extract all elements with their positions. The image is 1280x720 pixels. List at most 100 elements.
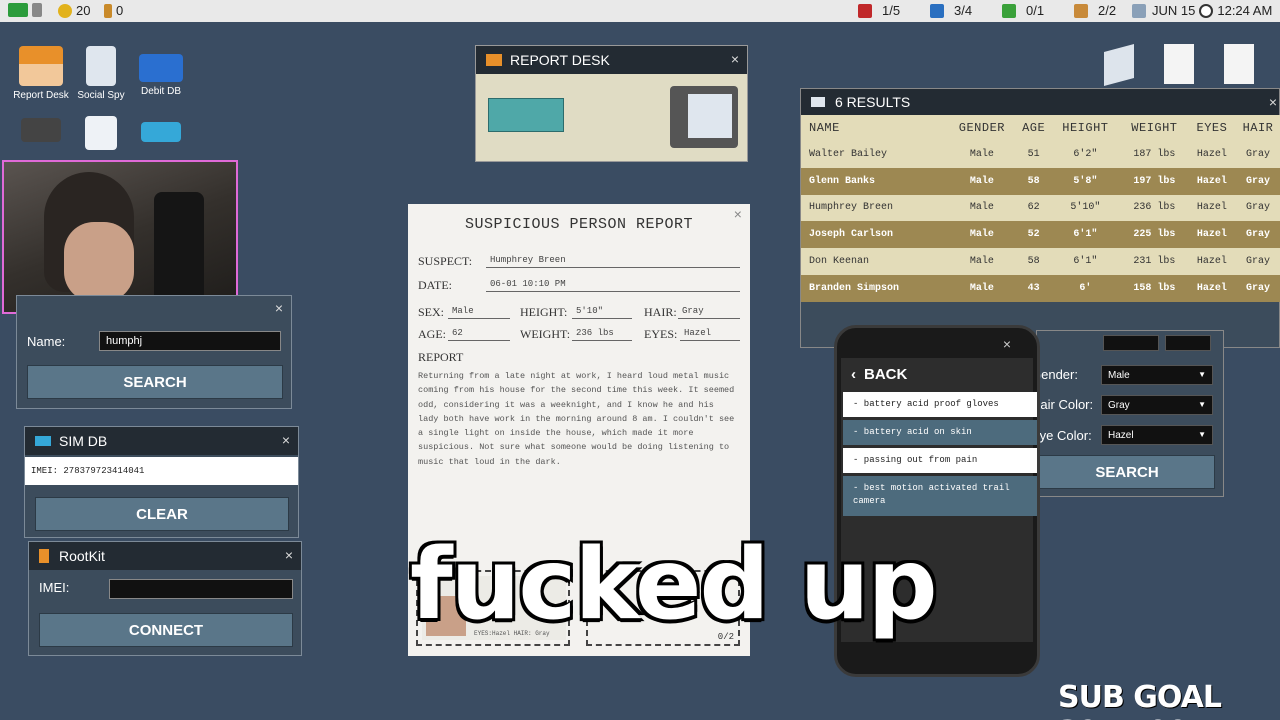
search-suggestion[interactable]: - best motion activated trail camera bbox=[843, 476, 1037, 516]
rootkit-titlebar[interactable]: RootKit bbox=[29, 542, 301, 570]
column-header-gender[interactable]: GENDER bbox=[947, 115, 1017, 141]
column-header-eyes[interactable]: EYES bbox=[1188, 115, 1235, 141]
table-row[interactable]: Joseph Carlson Male 52 6'1" 225 lbs Hazel Gray bbox=[801, 221, 1280, 249]
cell-hair: Gray bbox=[1234, 167, 1280, 195]
chevron-down-icon: ▼ bbox=[1198, 430, 1206, 439]
suspect-sketch-icon[interactable] bbox=[1164, 44, 1194, 84]
sim-db-titlebar[interactable]: SIM DB bbox=[25, 427, 298, 455]
eye-color-select[interactable]: Hazel ▼ bbox=[1101, 425, 1213, 445]
report-icon bbox=[858, 3, 872, 18]
cell-name: Glenn Banks bbox=[801, 167, 948, 195]
search-suggestion[interactable]: - battery acid proof gloves bbox=[843, 392, 1037, 417]
age-value: 62 bbox=[448, 327, 510, 341]
report-title: SUSPICIOUS PERSON REPORT bbox=[464, 216, 694, 233]
imei-label: IMEI: bbox=[39, 580, 70, 595]
column-header-height[interactable]: HEIGHT bbox=[1050, 115, 1120, 141]
filter-top-right[interactable] bbox=[1165, 335, 1211, 351]
cell-eyes: Hazel bbox=[1188, 248, 1235, 275]
cell-gender: Male bbox=[947, 221, 1017, 249]
suspect-value: Humphrey Breen bbox=[486, 254, 740, 268]
cell-height: 5'10" bbox=[1050, 194, 1120, 222]
desktop-icon-debit-db[interactable]: Debit DB bbox=[126, 46, 196, 97]
imei-input[interactable] bbox=[109, 579, 293, 599]
printer-tray-icon[interactable] bbox=[488, 98, 564, 132]
report-label: REPORT bbox=[418, 350, 464, 364]
column-header-hair[interactable]: HAIR bbox=[1234, 115, 1280, 141]
cell-name: Joseph Carlson bbox=[801, 221, 948, 249]
cell-age: 58 bbox=[1016, 167, 1051, 195]
hair-color-label: Hair Color: bbox=[1031, 397, 1094, 412]
cell-weight: 225 lbs bbox=[1119, 221, 1189, 249]
clear-button[interactable]: CLEAR bbox=[35, 497, 289, 531]
close-icon[interactable]: × bbox=[731, 51, 739, 67]
cell-height: 6'1" bbox=[1050, 221, 1120, 249]
filter-search-button[interactable]: SEARCH bbox=[1039, 455, 1215, 489]
key-icon bbox=[104, 3, 112, 18]
fax-machine-icon[interactable] bbox=[670, 86, 738, 148]
close-icon[interactable]: × bbox=[282, 432, 290, 448]
mail-icon[interactable] bbox=[1104, 43, 1134, 87]
sub-goal-counter: SUB GOAL 395/400 bbox=[1058, 680, 1222, 720]
results-titlebar[interactable]: 6 RESULTS bbox=[801, 89, 1279, 115]
cell-gender: Male bbox=[947, 248, 1017, 275]
coins-counter: 20 bbox=[58, 3, 90, 18]
close-icon[interactable]: × bbox=[275, 300, 283, 316]
house-icon bbox=[486, 54, 502, 66]
table-row[interactable]: Glenn Banks Male 58 5'8" 197 lbs Hazel Gray bbox=[801, 167, 1280, 195]
cell-age: 62 bbox=[1016, 194, 1051, 222]
table-header-row: NAME GENDER AGE HEIGHT WEIGHT EYES HAIR bbox=[801, 115, 1280, 141]
coin-icon bbox=[58, 3, 72, 18]
report-desk-window: REPORT DESK × bbox=[475, 45, 748, 162]
table-row[interactable]: Walter Bailey Male 51 6'2" 187 lbs Hazel Gray bbox=[801, 141, 1280, 168]
close-icon[interactable]: × bbox=[1269, 94, 1277, 110]
weight-value: 236 lbs bbox=[572, 327, 632, 341]
search-suggestion[interactable]: - battery acid on skin bbox=[843, 420, 1037, 445]
cell-name: Don Keenan bbox=[801, 248, 948, 275]
column-header-age[interactable]: AGE bbox=[1016, 115, 1051, 141]
stream-caption: fucked up bbox=[410, 528, 938, 642]
height-value: 5'10" bbox=[572, 305, 632, 319]
back-button[interactable]: ‹ BACK bbox=[851, 366, 907, 383]
column-header-name[interactable]: NAME bbox=[801, 115, 948, 141]
computer-icon[interactable] bbox=[8, 3, 42, 17]
column-header-weight[interactable]: WEIGHT bbox=[1119, 115, 1189, 141]
name-input[interactable]: humphj bbox=[99, 331, 281, 351]
microphone bbox=[154, 192, 204, 302]
stat-reports: 1/5 bbox=[858, 3, 900, 18]
date-value: 06-01 10:10 PM bbox=[486, 278, 740, 292]
search-suggestion[interactable]: - passing out from pain bbox=[843, 448, 1037, 473]
cell-gender: Male bbox=[947, 167, 1017, 195]
cell-gender: Male bbox=[947, 194, 1017, 222]
report-desk-titlebar[interactable]: REPORT DESK bbox=[476, 46, 747, 74]
top-status-bar: 20 0 1/5 3/4 0/1 2/2 JUN 15 12:24 AM bbox=[0, 0, 1280, 22]
chip-icon bbox=[21, 118, 61, 142]
desktop-icon-sim[interactable] bbox=[126, 122, 196, 146]
hair-value: Gray bbox=[678, 305, 740, 319]
connect-button[interactable]: CONNECT bbox=[39, 613, 293, 647]
sex-label: SEX: bbox=[418, 305, 445, 319]
cell-weight: 231 lbs bbox=[1119, 248, 1189, 275]
search-button[interactable]: SEARCH bbox=[27, 365, 283, 399]
close-icon[interactable]: × bbox=[1003, 336, 1011, 352]
close-icon[interactable]: × bbox=[285, 547, 293, 563]
weight-label: WEIGHT: bbox=[520, 327, 571, 341]
chevron-down-icon: ▼ bbox=[1198, 370, 1206, 379]
cell-gender: Male bbox=[947, 274, 1017, 302]
chevron-left-icon: ‹ bbox=[851, 366, 856, 383]
cell-name: Walter Bailey bbox=[801, 141, 948, 168]
hair-color-select[interactable]: Gray ▼ bbox=[1101, 395, 1213, 415]
cell-eyes: Hazel bbox=[1188, 221, 1235, 249]
sim-card-icon bbox=[141, 122, 181, 142]
clock-icon bbox=[1199, 3, 1214, 18]
name-search-window: × Name: humphj SEARCH bbox=[16, 295, 292, 409]
table-row[interactable]: Don Keenan Male 58 6'1" 231 lbs Hazel Gray bbox=[801, 248, 1280, 275]
cell-gender: Male bbox=[947, 141, 1017, 168]
magnifier-icon bbox=[86, 46, 116, 86]
table-row[interactable]: Humphrey Breen Male 62 5'10" 236 lbs Hazel Gra… bbox=[801, 194, 1280, 222]
filter-top-left[interactable] bbox=[1103, 335, 1159, 351]
suspect-sketch-icon-2[interactable] bbox=[1224, 44, 1254, 84]
gender-select[interactable]: Male ▼ bbox=[1101, 365, 1213, 385]
cell-hair: Gray bbox=[1234, 274, 1280, 302]
table-row[interactable]: Branden Simpson Male 43 6' 158 lbs Hazel Gray bbox=[801, 274, 1280, 302]
cell-weight: 197 lbs bbox=[1119, 167, 1189, 195]
